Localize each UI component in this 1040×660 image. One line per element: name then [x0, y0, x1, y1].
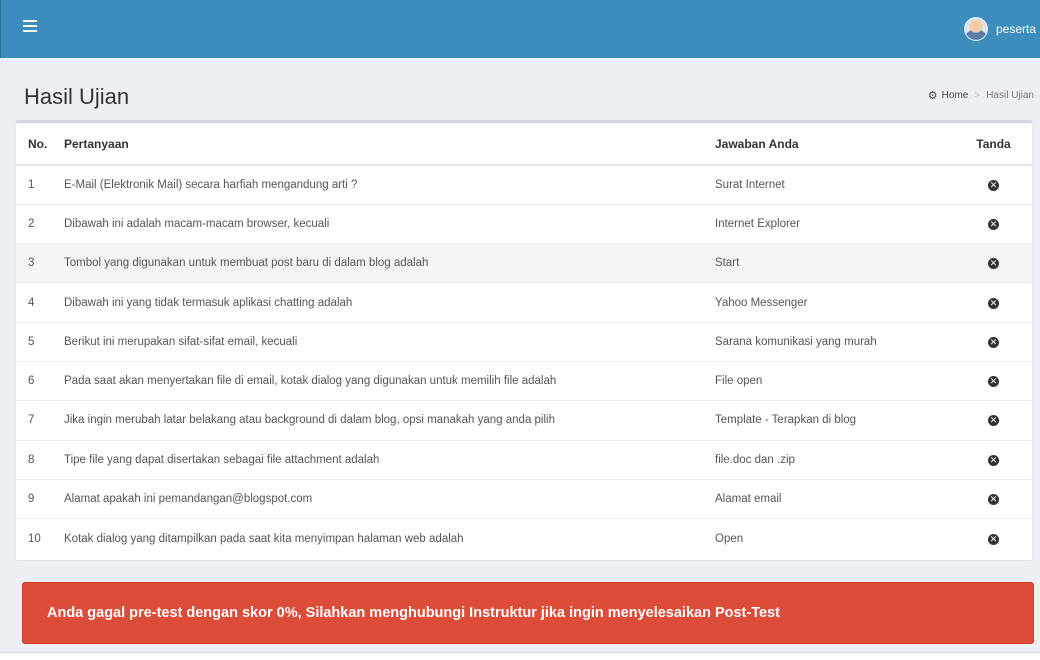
- row-question: Pada saat akan menyertakan file di email…: [62, 360, 715, 401]
- header-no: No.: [16, 123, 62, 166]
- user-menu[interactable]: peserta: [963, 14, 1036, 44]
- times-circle-icon: ✕: [988, 218, 999, 230]
- row-no: 8: [16, 439, 62, 480]
- table-row: 7 Jika ingin merubah latar belakang atau…: [16, 400, 1032, 441]
- row-no: 5: [16, 321, 62, 362]
- table-row: 1 E-Mail (Elektronik Mail) secara harfia…: [16, 164, 1032, 205]
- times-circle-icon: ✕: [988, 297, 999, 309]
- table-row: 4 Dibawah ini yang tidak termasuk aplika…: [16, 282, 1032, 323]
- header-mark: Tanda: [963, 123, 1032, 166]
- fail-alert: Anda gagal pre-test dengan skor 0%, Sila…: [22, 582, 1034, 644]
- hamburger-menu-icon[interactable]: [23, 20, 37, 34]
- breadcrumb-current: Hasil Ujian: [986, 90, 1034, 101]
- row-question: Tombol yang digunakan untuk membuat post…: [62, 243, 715, 283]
- alert-message: Anda gagal pre-test dengan skor 0%, Sila…: [47, 605, 780, 621]
- table-row: 3 Tombol yang digunakan untuk membuat po…: [16, 243, 1032, 283]
- breadcrumb-separator: >: [974, 90, 981, 101]
- row-answer: Open: [715, 518, 963, 558]
- times-circle-icon: ✕: [988, 179, 999, 191]
- row-no: 3: [16, 243, 62, 283]
- top-navbar: peserta: [0, 0, 1040, 58]
- row-no: 6: [16, 360, 62, 401]
- row-answer: Start: [715, 243, 963, 283]
- row-no: 4: [16, 282, 62, 323]
- row-answer: Internet Explorer: [715, 203, 963, 244]
- times-circle-icon: ✕: [988, 376, 999, 388]
- row-question: Tipe file yang dapat disertakan sebagai …: [62, 439, 715, 480]
- breadcrumb-home-link[interactable]: Home: [942, 90, 969, 101]
- times-circle-icon: ✕: [988, 336, 999, 348]
- results-table: No. Pertanyaan Jawaban Anda Tanda 1 E-Ma…: [16, 123, 1032, 558]
- row-answer: file.doc dan .zip: [715, 439, 963, 480]
- times-circle-icon: ✕: [988, 494, 999, 506]
- table-row: 5 Berikut ini merupakan sifat-sifat emai…: [16, 321, 1032, 362]
- row-no: 7: [16, 400, 62, 441]
- bottom-box-edge: [0, 652, 1040, 660]
- row-question: E-Mail (Elektronik Mail) secara harfiah …: [62, 164, 715, 205]
- row-answer: File open: [715, 360, 963, 401]
- row-question: Dibawah ini yang tidak termasuk aplikasi…: [62, 282, 715, 323]
- times-circle-icon: ✕: [988, 533, 999, 545]
- times-circle-icon: ✕: [988, 454, 999, 466]
- header-answer: Jawaban Anda: [715, 123, 963, 166]
- row-question: Dibawah ini adalah macam-macam browser, …: [62, 203, 715, 244]
- user-name: peserta: [995, 22, 1036, 36]
- row-question: Jika ingin merubah latar belakang atau b…: [62, 400, 715, 441]
- row-question: Kotak dialog yang ditampilkan pada saat …: [62, 518, 715, 558]
- page-title: Hasil Ujian: [24, 84, 130, 109]
- results-box: No. Pertanyaan Jawaban Anda Tanda 1 E-Ma…: [16, 120, 1032, 560]
- row-answer: Alamat email: [715, 478, 963, 519]
- content-header: Hasil Ujian ⚙ Home > Hasil Ujian: [0, 58, 1040, 120]
- row-answer: Yahoo Messenger: [715, 282, 963, 323]
- row-no: 2: [16, 203, 62, 244]
- row-answer: Surat Internet: [715, 164, 963, 205]
- row-question: Berikut ini merupakan sifat-sifat email,…: [62, 321, 715, 362]
- table-row: 6 Pada saat akan menyertakan file di ema…: [16, 360, 1032, 401]
- table-row: 9 Alamat apakah ini pemandangan@blogspot…: [16, 478, 1032, 519]
- row-no: 9: [16, 478, 62, 519]
- times-circle-icon: ✕: [988, 258, 999, 270]
- table-row: 8 Tipe file yang dapat disertakan sebaga…: [16, 439, 1032, 480]
- dashboard-icon: ⚙: [927, 90, 938, 102]
- table-row: 2 Dibawah ini adalah macam-macam browser…: [16, 203, 1032, 244]
- row-answer: Sarana komunikasi yang murah: [715, 321, 963, 362]
- times-circle-icon: ✕: [988, 415, 999, 427]
- header-question: Pertanyaan: [62, 123, 715, 166]
- user-avatar: [963, 17, 988, 41]
- row-no: 1: [16, 164, 62, 205]
- table-header-row: No. Pertanyaan Jawaban Anda Tanda: [16, 123, 1032, 166]
- table-row: 10 Kotak dialog yang ditampilkan pada sa…: [16, 518, 1032, 558]
- row-question: Alamat apakah ini pemandangan@blogspot.c…: [62, 478, 715, 519]
- row-no: 10: [16, 518, 62, 558]
- breadcrumb: ⚙ Home > Hasil Ujian: [928, 89, 1034, 102]
- row-answer: Template - Terapkan di blog: [715, 400, 963, 441]
